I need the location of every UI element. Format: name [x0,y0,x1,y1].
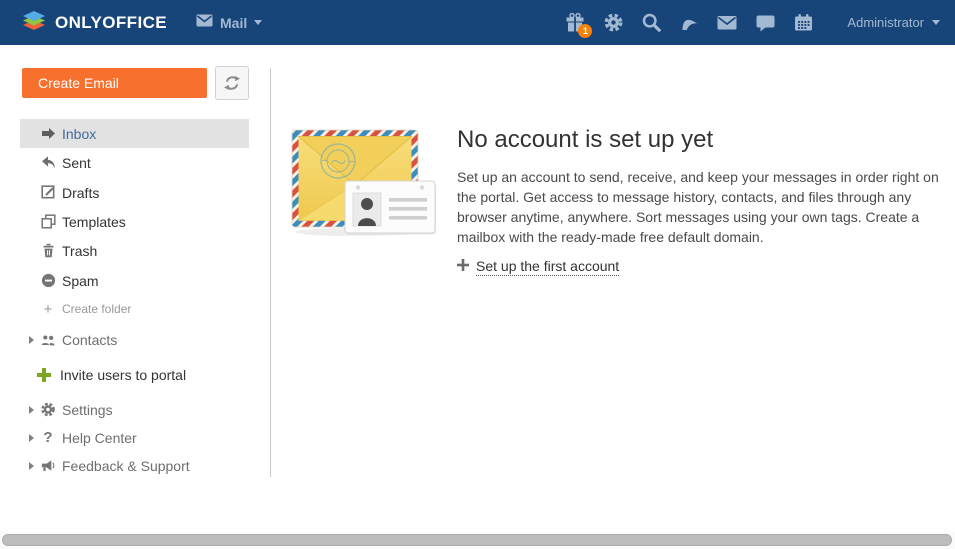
user-menu[interactable]: Administrator [847,15,940,30]
create-email-button[interactable]: Create Email [22,68,207,98]
create-folder-button[interactable]: + Create folder [0,296,270,322]
templates-icon [40,214,56,230]
top-navigation-bar: ONLYOFFICE Mail 1 [0,0,955,45]
user-name: Administrator [847,15,924,30]
expand-arrow-icon[interactable] [29,462,34,470]
sidebar-item-sent[interactable]: Sent [0,148,270,177]
mail-app-window: ONLYOFFICE Mail 1 [0,0,955,549]
draft-pencil-icon [40,185,56,201]
invite-users-button[interactable]: Invite users to portal [0,359,270,390]
refresh-button[interactable] [215,66,249,100]
question-mark-icon: ? [40,429,56,446]
plus-icon: + [40,301,56,318]
reply-arrow-icon [40,155,56,171]
module-selector[interactable]: Mail [196,14,262,32]
gear-icon [40,402,56,418]
megaphone-icon [40,458,56,474]
sidebar-item-settings[interactable]: Settings [0,395,270,424]
gift-badge-count: 1 [578,24,592,38]
sidebar-item-help-center[interactable]: ? Help Center [0,423,270,452]
sidebar-item-inbox[interactable]: Inbox [20,119,249,148]
mail-module-icon [196,14,213,32]
expand-arrow-icon[interactable] [29,336,34,344]
settings-icon[interactable] [602,12,624,34]
horizontal-scrollbar-track[interactable] [0,532,955,549]
arrow-right-icon [40,126,56,142]
horizontal-scrollbar-thumb[interactable] [2,534,952,546]
sidebar-divider [270,68,271,477]
sidebar-item-trash[interactable]: Trash [0,236,270,265]
plus-icon [457,258,469,276]
gift-icon[interactable]: 1 [564,12,586,34]
setup-link-label: Set up the first account [476,258,619,276]
chevron-down-icon [254,20,262,25]
feed-icon[interactable] [678,12,700,34]
setup-first-account-link[interactable]: Set up the first account [457,258,619,276]
sidebar-item-spam[interactable]: Spam [0,266,270,295]
block-icon [40,273,56,289]
envelope-illustration [291,124,437,243]
chevron-down-icon [932,20,940,25]
topbar-icon-group: 1 [564,12,814,34]
sidebar-item-feedback-support[interactable]: Feedback & Support [0,451,270,480]
green-plus-icon [36,367,52,383]
brand-name: ONLYOFFICE [55,13,167,33]
onlyoffice-layers-icon [21,8,47,38]
calendar-icon[interactable] [792,12,814,34]
module-label: Mail [220,15,247,31]
sidebar-item-templates[interactable]: Templates [0,207,270,236]
page-title: No account is set up yet [457,126,713,154]
contacts-icon [40,332,56,348]
onlyoffice-logo[interactable]: ONLYOFFICE [21,8,167,38]
sidebar-item-drafts[interactable]: Drafts [0,178,270,207]
empty-state-description: Set up an account to send, receive, and … [457,167,940,247]
trash-icon [40,243,56,259]
refresh-icon [223,74,241,92]
mail-icon[interactable] [716,12,738,34]
talk-icon[interactable] [754,12,776,34]
sidebar-item-contacts[interactable]: Contacts [0,325,270,354]
search-icon[interactable] [640,12,662,34]
expand-arrow-icon[interactable] [29,406,34,414]
expand-arrow-icon[interactable] [29,434,34,442]
